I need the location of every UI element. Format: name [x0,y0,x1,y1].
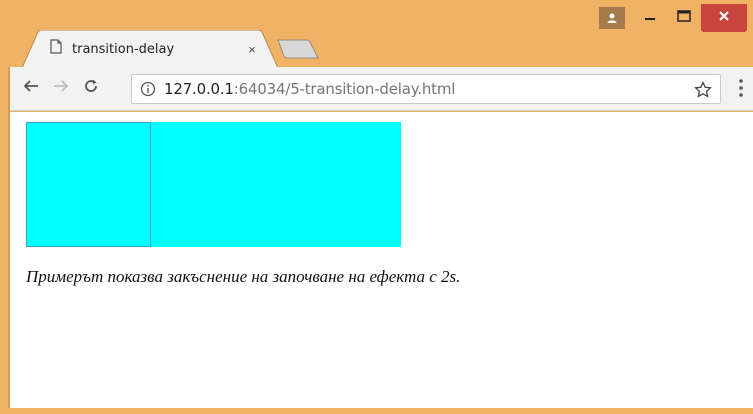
arrow-left-icon [23,78,39,99]
url-text: 127.0.0.1:64034/5-transition-delay.html [164,80,455,98]
close-window-button[interactable] [701,4,747,32]
bookmark-star-icon[interactable] [694,80,712,104]
minimize-icon [644,9,656,27]
profile-button[interactable] [599,7,625,29]
window-controls [599,4,747,32]
tab-close-icon[interactable]: × [244,42,260,57]
document-icon [50,39,62,59]
arrow-right-icon [53,78,69,99]
cyan-transition-box [151,122,401,247]
maximize-icon [677,9,691,27]
url-path: :64034/5-transition-delay.html [233,80,456,98]
reload-button[interactable] [76,74,106,104]
page-viewport: Примерът показва закъснение на започване… [10,112,753,408]
info-icon[interactable] [140,81,156,97]
person-icon [606,12,618,24]
cyan-square-box [26,122,151,247]
tab-title: transition-delay [72,41,175,57]
new-tab-button[interactable] [277,39,319,64]
maximize-button[interactable] [667,4,701,32]
tab-transition-delay[interactable]: transition-delay × [22,30,278,68]
forward-button[interactable] [46,74,76,104]
reload-icon [83,78,99,99]
back-button[interactable] [16,74,46,104]
url-host: 127.0.0.1 [164,80,234,98]
tab-content: transition-delay × [50,30,260,68]
browser-window: transition-delay × 127.0.0.1:64034/5-tra… [0,0,753,414]
minimize-button[interactable] [633,4,667,32]
address-bar[interactable]: 127.0.0.1:64034/5-transition-delay.html [131,74,721,104]
browser-toolbar: 127.0.0.1:64034/5-transition-delay.html [10,67,753,111]
kebab-menu-icon[interactable] [739,79,743,102]
page-caption: Примерът показва закъснение на започване… [26,267,461,286]
close-icon [718,9,730,27]
window-bottom-border [8,408,753,414]
